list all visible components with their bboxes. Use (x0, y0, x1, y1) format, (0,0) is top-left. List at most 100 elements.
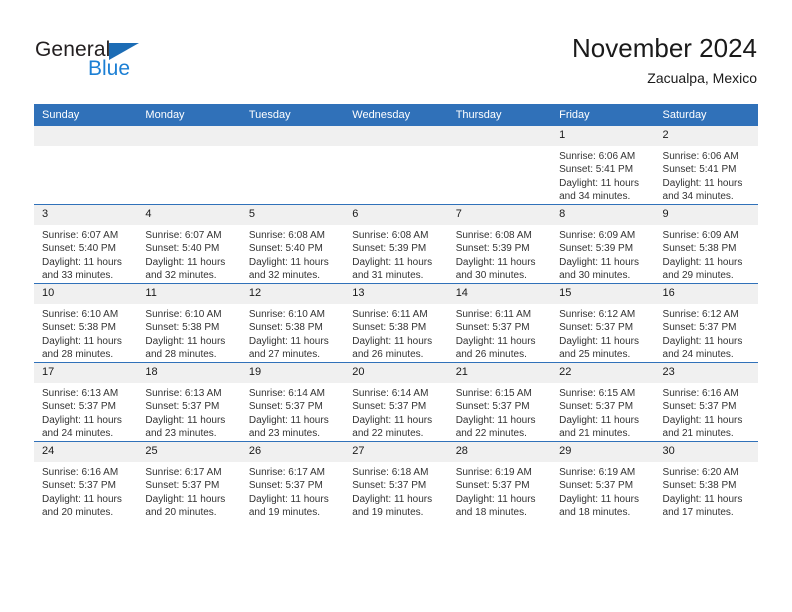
calendar-week-row: 1 Sunrise: 6:06 AM Sunset: 5:41 PM Daylight… (34, 126, 758, 205)
calendar-day-cell[interactable]: 13 Sunrise: 6:11 AM Sunset: 5:38 PM Dayligh… (344, 283, 448, 363)
general-blue-logo[interactable]: General Blue (35, 38, 265, 88)
calendar-day-cell[interactable]: 14 Sunrise: 6:11 AM Sunset: 5:37 PM Dayligh… (447, 283, 552, 363)
calendar-day-cell[interactable]: 27 Sunrise: 6:18 AM Sunset: 5:37 PM Dayligh… (344, 441, 448, 520)
calendar-day-cell[interactable]: 22 Sunrise: 6:15 AM Sunset: 5:37 PM Dayligh… (551, 362, 655, 442)
daylight-text-line2: and 30 minutes. (455, 270, 527, 282)
daylight-text-line1: Daylight: 11 hours (145, 256, 226, 268)
page-title: November 2024 (572, 33, 757, 63)
sunset-text: Sunset: 5:39 PM (559, 243, 634, 255)
calendar-day-cell[interactable]: 23 Sunrise: 6:16 AM Sunset: 5:37 PM Dayligh… (654, 362, 758, 442)
daylight-text-line2: and 21 minutes. (559, 428, 631, 440)
calendar-day-cell[interactable]: 5 Sunrise: 6:08 AM Sunset: 5:40 PM Daylight… (240, 204, 345, 284)
sunset-text: Sunset: 5:41 PM (559, 164, 634, 176)
daylight-text-line2: and 20 minutes. (145, 507, 217, 519)
day-number: 10 (34, 284, 138, 304)
calendar-day-cell[interactable]: 17 Sunrise: 6:13 AM Sunset: 5:37 PM Dayligh… (34, 362, 138, 442)
sunrise-text: Sunrise: 6:10 AM (42, 309, 119, 320)
calendar-day-cell[interactable]: 4 Sunrise: 6:07 AM Sunset: 5:40 PM Daylight… (137, 204, 241, 284)
day-sun-info: Sunrise: 6:09 AM Sunset: 5:38 PM Daylight:… (655, 225, 758, 283)
daylight-text-line2: and 19 minutes. (248, 507, 321, 519)
calendar-day-cell[interactable]: 29 Sunrise: 6:19 AM Sunset: 5:37 PM Dayligh… (551, 441, 655, 520)
daylight-text-line2: and 17 minutes. (662, 507, 734, 519)
calendar-day-cell[interactable]: 2 Sunrise: 6:06 AM Sunset: 5:41 PM Daylight… (654, 126, 758, 205)
daylight-text-line2: and 20 minutes. (42, 507, 114, 519)
day-number: 29 (551, 442, 655, 462)
daylight-text-line1: Daylight: 11 hours (145, 335, 226, 347)
daylight-text-line2: and 26 minutes. (455, 349, 527, 361)
daylight-text-line1: Daylight: 11 hours (248, 414, 329, 426)
calendar-page: General Blue November 2024 Zacualpa, Mex… (0, 0, 792, 612)
calendar-week-row: 17 Sunrise: 6:13 AM Sunset: 5:37 PM Dayligh… (34, 362, 758, 442)
sunset-text: Sunset: 5:37 PM (42, 401, 116, 413)
calendar-day-cell[interactable]: 6 Sunrise: 6:08 AM Sunset: 5:39 PM Daylight… (344, 204, 448, 284)
day-sun-info: Sunrise: 6:19 AM Sunset: 5:37 PM Daylight:… (448, 462, 551, 520)
day-number: 27 (344, 442, 448, 462)
weekday-header-thursday: Thursday (447, 104, 552, 126)
calendar-day-cell[interactable]: 26 Sunrise: 6:17 AM Sunset: 5:37 PM Dayligh… (240, 441, 345, 520)
weekday-header-row: Sunday Monday Tuesday Wednesday Thursday… (34, 104, 758, 126)
daylight-text-line2: and 34 minutes. (662, 191, 734, 203)
daylight-text-line1: Daylight: 11 hours (42, 493, 122, 505)
calendar-day-cell[interactable]: 18 Sunrise: 6:13 AM Sunset: 5:37 PM Dayligh… (137, 362, 241, 442)
daylight-text-line1: Daylight: 11 hours (248, 335, 329, 347)
calendar-day-cell[interactable]: 7 Sunrise: 6:08 AM Sunset: 5:39 PM Daylight… (447, 204, 552, 284)
calendar-empty-cell (447, 126, 552, 205)
calendar-day-cell[interactable]: 12 Sunrise: 6:10 AM Sunset: 5:38 PM Dayligh… (240, 283, 345, 363)
sunrise-text: Sunrise: 6:08 AM (455, 230, 532, 241)
calendar-empty-cell (137, 126, 241, 205)
daylight-text-line1: Daylight: 11 hours (559, 177, 639, 189)
calendar-day-cell[interactable]: 11 Sunrise: 6:10 AM Sunset: 5:38 PM Dayligh… (137, 283, 241, 363)
calendar-day-cell[interactable]: 9 Sunrise: 6:09 AM Sunset: 5:38 PM Daylight… (654, 204, 758, 284)
day-sun-info: Sunrise: 6:10 AM Sunset: 5:38 PM Daylight:… (241, 304, 344, 362)
day-sun-info: Sunrise: 6:07 AM Sunset: 5:40 PM Daylight:… (137, 225, 240, 283)
day-number: 12 (240, 284, 345, 304)
sunset-text: Sunset: 5:38 PM (42, 322, 116, 334)
weekday-header-saturday: Saturday (654, 104, 758, 126)
calendar-day-cell[interactable]: 16 Sunrise: 6:12 AM Sunset: 5:37 PM Dayligh… (654, 283, 758, 363)
sunrise-text: Sunrise: 6:15 AM (559, 388, 636, 399)
calendar-day-cell[interactable]: 15 Sunrise: 6:12 AM Sunset: 5:37 PM Dayligh… (551, 283, 655, 363)
sunset-text: Sunset: 5:37 PM (559, 480, 634, 492)
calendar-day-cell[interactable]: 8 Sunrise: 6:09 AM Sunset: 5:39 PM Daylight… (551, 204, 655, 284)
sunrise-text: Sunrise: 6:18 AM (352, 467, 429, 478)
calendar-day-cell[interactable]: 10 Sunrise: 6:10 AM Sunset: 5:38 PM Dayligh… (34, 283, 138, 363)
calendar-day-cell[interactable]: 3 Sunrise: 6:07 AM Sunset: 5:40 PM Daylight… (34, 204, 138, 284)
daylight-text-line2: and 34 minutes. (559, 191, 631, 203)
sunrise-text: Sunrise: 6:16 AM (662, 388, 739, 399)
calendar-week-row: 24 Sunrise: 6:16 AM Sunset: 5:37 PM Dayligh… (34, 441, 758, 520)
day-number (34, 126, 138, 146)
daylight-text-line1: Daylight: 11 hours (662, 414, 743, 426)
calendar-day-cell[interactable]: 25 Sunrise: 6:17 AM Sunset: 5:37 PM Dayligh… (137, 441, 241, 520)
daylight-text-line1: Daylight: 11 hours (559, 493, 639, 505)
daylight-text-line1: Daylight: 11 hours (559, 256, 639, 268)
sunset-text: Sunset: 5:37 PM (145, 480, 220, 492)
sunrise-text: Sunrise: 6:10 AM (145, 309, 222, 320)
daylight-text-line1: Daylight: 11 hours (662, 177, 743, 189)
day-sun-info: Sunrise: 6:20 AM Sunset: 5:38 PM Daylight:… (655, 462, 758, 520)
calendar-day-cell[interactable]: 30 Sunrise: 6:20 AM Sunset: 5:38 PM Dayligh… (654, 441, 758, 520)
calendar-day-cell[interactable]: 20 Sunrise: 6:14 AM Sunset: 5:37 PM Dayligh… (344, 362, 448, 442)
weekday-header-monday: Monday (137, 104, 241, 126)
calendar-empty-cell (240, 126, 345, 205)
daylight-text-line2: and 24 minutes. (662, 349, 734, 361)
calendar-day-cell[interactable]: 1 Sunrise: 6:06 AM Sunset: 5:41 PM Daylight… (551, 126, 655, 205)
sunrise-text: Sunrise: 6:14 AM (352, 388, 429, 399)
calendar-empty-cell (34, 126, 138, 205)
day-sun-info: Sunrise: 6:11 AM Sunset: 5:38 PM Daylight:… (344, 304, 447, 362)
daylight-text-line1: Daylight: 11 hours (248, 256, 329, 268)
daylight-text-line2: and 23 minutes. (248, 428, 321, 440)
calendar-day-cell[interactable]: 19 Sunrise: 6:14 AM Sunset: 5:37 PM Dayligh… (240, 362, 345, 442)
day-number: 13 (344, 284, 448, 304)
calendar-day-cell[interactable]: 21 Sunrise: 6:15 AM Sunset: 5:37 PM Dayligh… (447, 362, 552, 442)
daylight-text-line2: and 18 minutes. (455, 507, 527, 519)
day-number: 14 (447, 284, 552, 304)
calendar-day-cell[interactable]: 28 Sunrise: 6:19 AM Sunset: 5:37 PM Dayligh… (447, 441, 552, 520)
day-number: 19 (240, 363, 345, 383)
day-number: 7 (447, 205, 552, 225)
sunrise-text: Sunrise: 6:20 AM (662, 467, 739, 478)
daylight-text-line1: Daylight: 11 hours (248, 493, 329, 505)
daylight-text-line1: Daylight: 11 hours (455, 335, 536, 347)
daylight-text-line1: Daylight: 11 hours (559, 335, 639, 347)
calendar-week-row: 10 Sunrise: 6:10 AM Sunset: 5:38 PM Dayligh… (34, 283, 758, 363)
calendar-day-cell[interactable]: 24 Sunrise: 6:16 AM Sunset: 5:37 PM Dayligh… (34, 441, 138, 520)
